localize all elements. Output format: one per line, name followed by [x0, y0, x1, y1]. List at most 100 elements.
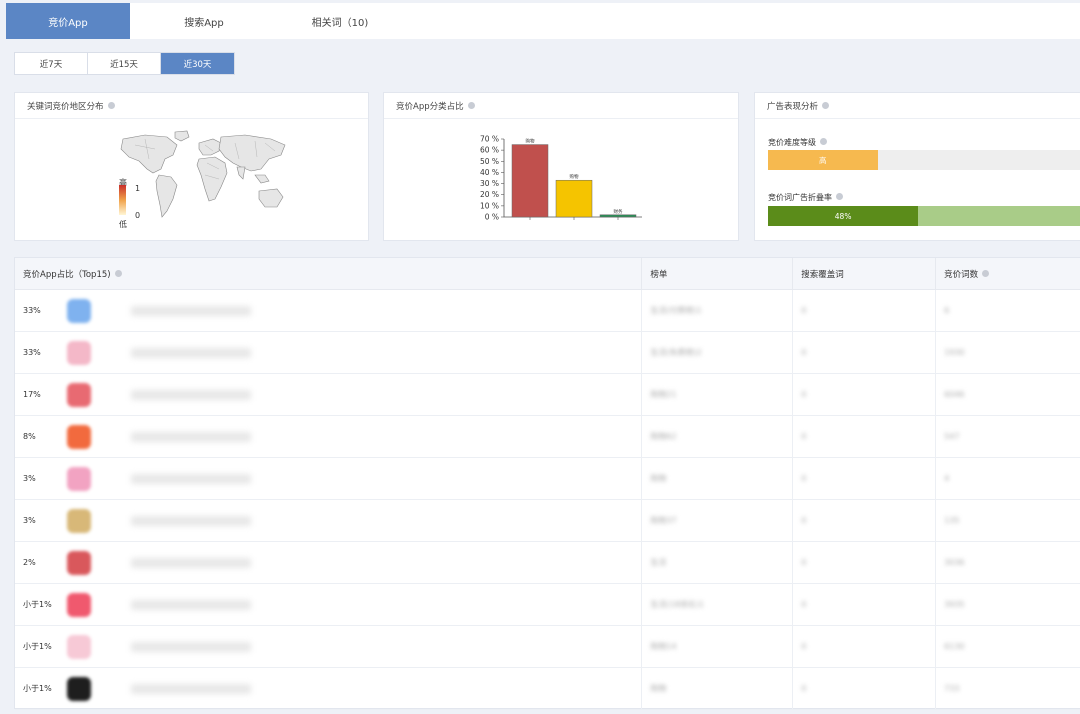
- region-distribution-card: 关键词竞价地区分布 高 1 0 低: [14, 92, 369, 241]
- range-30-days[interactable]: 近30天: [161, 53, 234, 74]
- table-row[interactable]: 小于1% 购物14 0 6130: [15, 626, 1080, 668]
- range-7-days[interactable]: 近7天: [15, 53, 88, 74]
- rank-value: 购物62: [650, 432, 677, 441]
- app-cell[interactable]: 3%: [15, 500, 643, 541]
- app-name-blurred[interactable]: [131, 347, 251, 358]
- help-icon[interactable]: [820, 138, 827, 145]
- date-range-selector: 近7天 近15天 近30天: [14, 52, 235, 75]
- bid-count-value: 3935: [944, 600, 965, 609]
- table-row[interactable]: 小于1% 生活(18排名)1 0 3935: [15, 584, 1080, 626]
- card-header: 广告表现分析: [755, 93, 1080, 119]
- cover-value: 0: [801, 558, 807, 567]
- bid-count-cell: 733: [936, 668, 1080, 709]
- range-15-days[interactable]: 近15天: [88, 53, 161, 74]
- help-icon[interactable]: [467, 102, 475, 109]
- ad-performance-title: 广告表现分析: [767, 101, 819, 112]
- app-share-pct: 2%: [23, 558, 36, 567]
- bid-count-value: 6130: [944, 642, 965, 651]
- tab-bidding-app[interactable]: 竞价App: [6, 3, 130, 39]
- app-cell[interactable]: 小于1%: [15, 584, 643, 625]
- difficulty-bar-fill: 高: [768, 150, 878, 170]
- help-icon[interactable]: [107, 102, 115, 109]
- app-icon[interactable]: [67, 298, 91, 323]
- app-icon[interactable]: [67, 508, 91, 533]
- app-cell[interactable]: 3%: [15, 458, 643, 499]
- help-icon[interactable]: [836, 193, 843, 200]
- col-rank[interactable]: 榜单: [642, 258, 794, 289]
- app-icon[interactable]: [67, 382, 91, 407]
- bid-count-value: 6: [944, 306, 950, 315]
- tab-search-app[interactable]: 搜索App: [142, 3, 266, 39]
- rank-value: 购物: [650, 684, 667, 693]
- help-icon[interactable]: [822, 102, 830, 109]
- difficulty-label-text: 竞价难度等级: [768, 138, 816, 147]
- app-name-blurred[interactable]: [131, 305, 251, 316]
- app-cell[interactable]: 小于1%: [15, 668, 643, 709]
- app-name-blurred[interactable]: [131, 557, 251, 568]
- app-share-pct: 17%: [23, 390, 41, 399]
- world-map[interactable]: [115, 129, 290, 224]
- col-search-cover[interactable]: 搜索覆盖词: [793, 258, 937, 289]
- rank-value: 购物21: [650, 390, 677, 399]
- table-row[interactable]: 2% 生活 0 3036: [15, 542, 1080, 584]
- y-tick-label: 50 %: [480, 157, 499, 166]
- cover-cell: 0: [793, 374, 937, 415]
- table-row[interactable]: 33% 生活(付费榜)1 0 6: [15, 290, 1080, 332]
- table-row[interactable]: 3% 购物 0 4: [15, 458, 1080, 500]
- help-icon[interactable]: [114, 270, 122, 277]
- legend-gradient[interactable]: [119, 185, 126, 215]
- category-bar-chart: 0 %10 %20 %30 %40 %50 %60 %70 % 购物购物财务: [480, 135, 642, 222]
- app-name-blurred[interactable]: [131, 641, 251, 652]
- tab-related-words[interactable]: 相关词（10): [278, 3, 402, 39]
- bar[interactable]: [599, 214, 637, 218]
- bid-count-cell: 4: [936, 458, 1080, 499]
- app-cell[interactable]: 33%: [15, 332, 643, 373]
- y-tick-label: 70 %: [480, 135, 499, 144]
- app-name-blurred[interactable]: [131, 515, 251, 526]
- card-header: 关键词竞价地区分布: [15, 93, 368, 119]
- app-icon[interactable]: [67, 634, 91, 659]
- table-row[interactable]: 17% 购物21 0 6046: [15, 374, 1080, 416]
- bid-count-cell: 547: [936, 416, 1080, 457]
- app-cell[interactable]: 小于1%: [15, 626, 643, 667]
- rank-value: 购物37: [650, 516, 677, 525]
- table-row[interactable]: 8% 购物62 0 547: [15, 416, 1080, 458]
- app-name-blurred[interactable]: [131, 473, 251, 484]
- col-app-share[interactable]: 竞价App占比（Top15): [15, 258, 643, 289]
- rank-cell: 生活(付费榜)1: [642, 290, 794, 331]
- app-name-blurred[interactable]: [131, 431, 251, 442]
- bar[interactable]: [555, 179, 593, 218]
- app-cell[interactable]: 2%: [15, 542, 643, 583]
- card-header: 竞价App分类占比: [384, 93, 738, 119]
- bid-count-cell: 135: [936, 500, 1080, 541]
- rank-cell: 购物37: [642, 500, 794, 541]
- app-icon[interactable]: [67, 550, 91, 575]
- y-tick-label: 10 %: [480, 201, 499, 210]
- table-row[interactable]: 3% 购物37 0 135: [15, 500, 1080, 542]
- app-name-blurred[interactable]: [131, 683, 251, 694]
- bar[interactable]: [511, 144, 549, 218]
- app-name-blurred[interactable]: [131, 599, 251, 610]
- table-row[interactable]: 33% 生活(免费榜)2 0 1930: [15, 332, 1080, 374]
- col-bid-count[interactable]: 竞价词数: [936, 258, 1080, 289]
- app-share-pct: 小于1%: [23, 600, 52, 609]
- cover-value: 0: [801, 348, 807, 357]
- cover-cell: 0: [793, 584, 937, 625]
- bid-count-value: 6046: [944, 390, 965, 399]
- app-cell[interactable]: 33%: [15, 290, 643, 331]
- app-icon[interactable]: [67, 676, 91, 701]
- app-name-blurred[interactable]: [131, 389, 251, 400]
- app-icon[interactable]: [67, 424, 91, 449]
- app-cell[interactable]: 17%: [15, 374, 643, 415]
- app-icon[interactable]: [67, 592, 91, 617]
- rank-cell: 购物: [642, 668, 794, 709]
- table-row[interactable]: 小于1% 购物 0 733: [15, 668, 1080, 710]
- cover-value: 0: [801, 516, 807, 525]
- help-icon[interactable]: [982, 270, 990, 277]
- app-share-pct: 33%: [23, 348, 41, 357]
- app-icon[interactable]: [67, 466, 91, 491]
- y-tick-label: 30 %: [480, 179, 499, 188]
- app-icon[interactable]: [67, 340, 91, 365]
- app-cell[interactable]: 8%: [15, 416, 643, 457]
- bid-count-cell: 6046: [936, 374, 1080, 415]
